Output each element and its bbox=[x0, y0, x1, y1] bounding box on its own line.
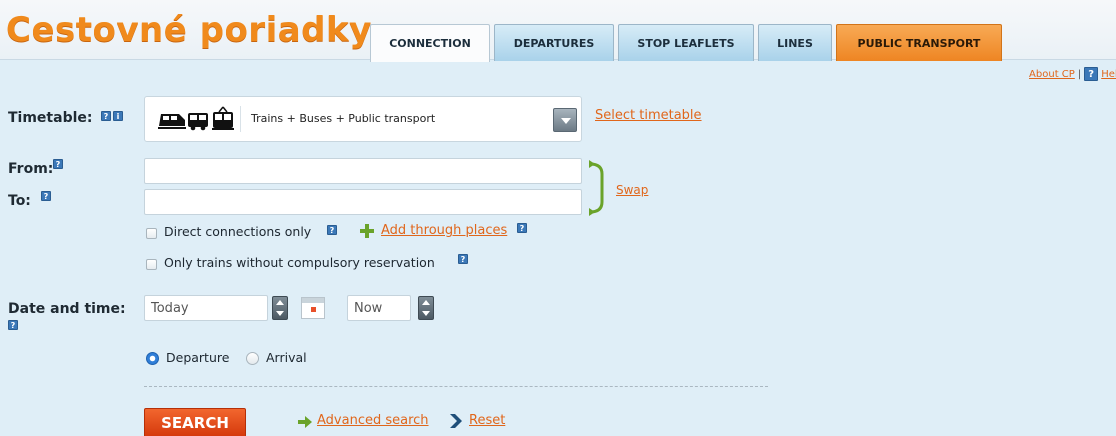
tab-connection[interactable]: CONNECTION bbox=[370, 24, 490, 62]
info-icon[interactable]: i bbox=[113, 111, 123, 121]
to-label: To: bbox=[8, 193, 31, 209]
no-reservation-checkbox[interactable] bbox=[146, 259, 157, 270]
add-icon[interactable] bbox=[360, 224, 374, 238]
reset-link[interactable]: Reset bbox=[469, 413, 505, 428]
timetable-icons bbox=[157, 106, 241, 132]
help-link[interactable]: Help bbox=[1101, 69, 1116, 80]
help-icon[interactable]: ? bbox=[41, 191, 51, 201]
tab-stop-leaflets[interactable]: STOP LEAFLETS bbox=[618, 24, 754, 61]
time-input[interactable]: Now bbox=[347, 295, 411, 321]
about-link[interactable]: About CP bbox=[1029, 69, 1075, 80]
date-stepper[interactable] bbox=[272, 296, 288, 320]
dropdown-arrow-icon[interactable] bbox=[553, 108, 577, 132]
from-input[interactable] bbox=[144, 158, 582, 184]
departure-label: Departure bbox=[166, 350, 230, 365]
from-label: From: bbox=[8, 161, 54, 177]
link-separator: | bbox=[1077, 68, 1082, 80]
help-icon[interactable]: ? bbox=[1084, 67, 1099, 81]
reset-icon[interactable] bbox=[450, 414, 462, 428]
no-reservation-label: Only trains without compulsory reservati… bbox=[164, 255, 435, 270]
help-icon[interactable]: ? bbox=[101, 111, 111, 121]
datetime-label: Date and time: bbox=[8, 301, 126, 317]
time-stepper[interactable] bbox=[418, 296, 434, 320]
help-icon[interactable]: ? bbox=[53, 159, 63, 169]
direct-connections-checkbox[interactable] bbox=[146, 228, 157, 239]
direct-connections-label: Direct connections only bbox=[164, 224, 312, 239]
calendar-icon[interactable] bbox=[301, 297, 325, 319]
timetable-select[interactable]: Trains + Buses + Public transport bbox=[144, 96, 582, 142]
tab-lines[interactable]: LINES bbox=[758, 24, 832, 61]
to-input[interactable] bbox=[144, 189, 582, 215]
departure-radio[interactable] bbox=[146, 352, 159, 365]
tab-public-transport[interactable]: PUBLIC TRANSPORT bbox=[836, 24, 1002, 61]
add-through-places-link[interactable]: Add through places bbox=[381, 223, 507, 238]
train-icon bbox=[158, 106, 234, 131]
swap-bracket-icon[interactable] bbox=[588, 160, 612, 216]
select-timetable-link[interactable]: Select timetable bbox=[595, 108, 702, 123]
advanced-search-link[interactable]: Advanced search bbox=[317, 413, 429, 428]
site-logo[interactable]: Cestovné poriadky bbox=[6, 10, 372, 50]
timetable-label: Timetable: bbox=[8, 110, 93, 126]
arrow-right-icon bbox=[298, 416, 312, 428]
date-input[interactable]: Today bbox=[144, 295, 268, 321]
arrival-radio[interactable] bbox=[246, 352, 259, 365]
help-icon[interactable]: ? bbox=[327, 225, 337, 235]
help-icon[interactable]: ? bbox=[458, 254, 468, 264]
top-links: About CP | ? Help bbox=[1029, 67, 1116, 81]
help-icon[interactable]: ? bbox=[517, 223, 527, 233]
swap-link[interactable]: Swap bbox=[616, 183, 648, 197]
timetable-value: Trains + Buses + Public transport bbox=[251, 112, 436, 125]
divider bbox=[144, 386, 768, 387]
help-icon[interactable]: ? bbox=[8, 320, 18, 330]
tab-departures[interactable]: DEPARTURES bbox=[494, 24, 614, 61]
arrival-label: Arrival bbox=[266, 350, 307, 365]
search-button[interactable]: SEARCH bbox=[144, 408, 246, 436]
